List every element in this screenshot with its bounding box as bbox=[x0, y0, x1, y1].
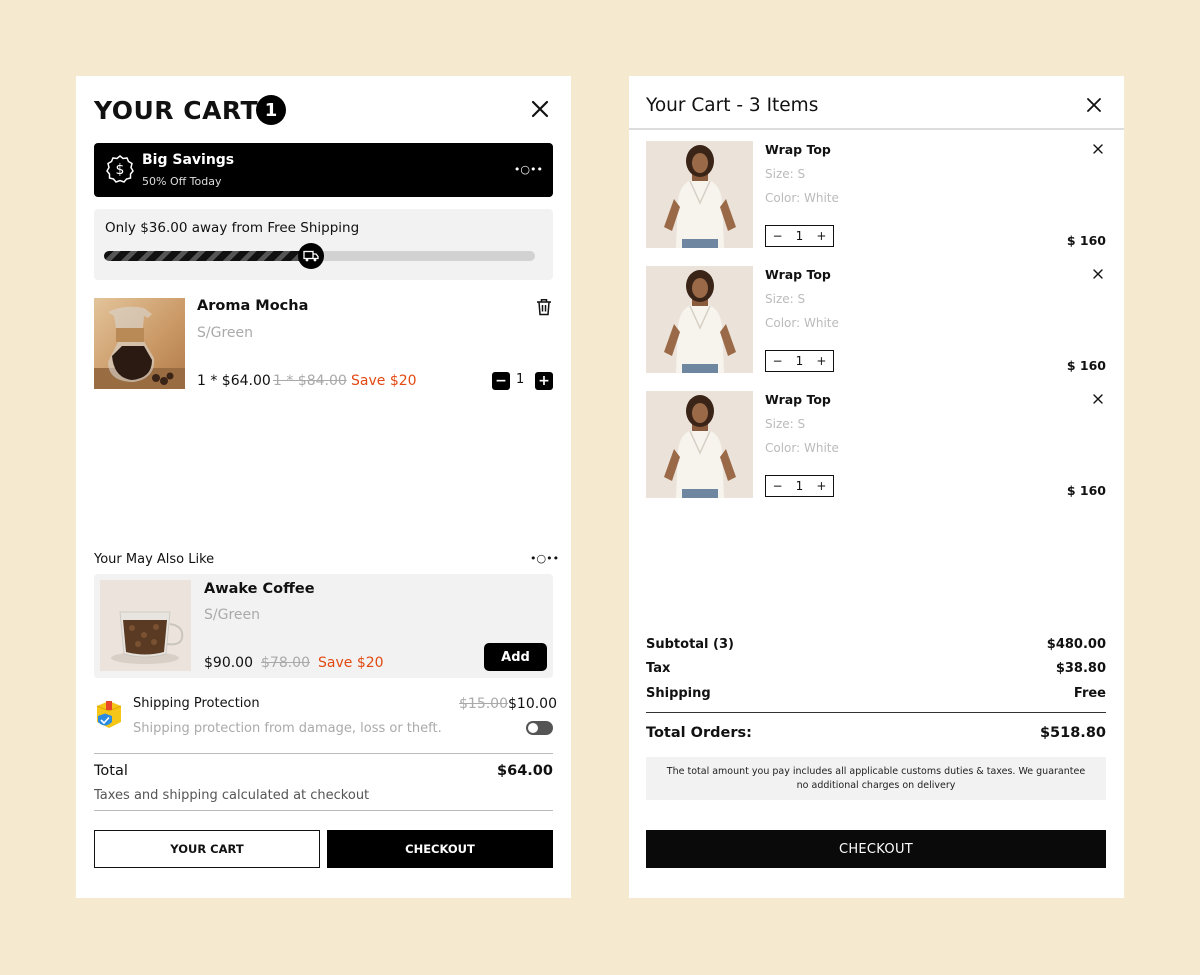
tax-value: $38.80 bbox=[1055, 661, 1106, 676]
cart-item-row: Wrap Top Size: S Color: White −1 + $ 160 bbox=[646, 391, 1106, 498]
quantity-value: 1 bbox=[795, 479, 804, 493]
recommended-product-variant: S/Green bbox=[204, 607, 260, 623]
shipping-label: Shipping bbox=[646, 686, 711, 701]
shipping-protection-title: Shipping Protection bbox=[133, 696, 260, 711]
quantity-decrease-button[interactable]: − bbox=[773, 479, 783, 493]
quantity-increase-button[interactable]: + bbox=[816, 479, 826, 493]
cart-item-price: $ 160 bbox=[1066, 233, 1106, 248]
quantity-decrease-button[interactable]: − bbox=[773, 229, 783, 243]
shipping-protection-toggle[interactable] bbox=[526, 721, 553, 735]
quantity-value: 1 bbox=[795, 229, 804, 243]
recommended-product-name[interactable]: Awake Coffee bbox=[204, 581, 315, 597]
recommended-product-price: $90.00 bbox=[204, 655, 253, 671]
product-image-wrap-top[interactable] bbox=[646, 266, 753, 373]
add-to-cart-button[interactable]: Add bbox=[484, 643, 547, 671]
checkout-button[interactable]: CHECKOUT bbox=[646, 830, 1106, 868]
shipping-protection-icon bbox=[96, 701, 122, 728]
recommended-product-card: Awake Coffee S/Green $90.00 $78.00 Save … bbox=[94, 574, 553, 678]
toggle-knob bbox=[528, 723, 538, 733]
cart-item-name[interactable]: Aroma Mocha bbox=[197, 298, 308, 314]
close-icon[interactable] bbox=[1087, 98, 1101, 112]
total-orders-label: Total Orders: bbox=[646, 725, 752, 741]
quantity-increase-button[interactable]: + bbox=[816, 354, 826, 368]
quantity-increase-button[interactable]: + bbox=[535, 372, 553, 390]
cart-item-price: $ 160 bbox=[1066, 483, 1106, 498]
total-note: Taxes and shipping calculated at checkou… bbox=[94, 788, 370, 803]
free-shipping-text: Only $36.00 away from Free Shipping bbox=[105, 220, 360, 236]
quantity-stepper: −1 + bbox=[765, 225, 834, 247]
cart-item-name[interactable]: Wrap Top bbox=[765, 392, 831, 407]
remove-item-icon[interactable] bbox=[1093, 269, 1103, 279]
cart-item-color: Color: White bbox=[765, 191, 839, 205]
cart-item-size: Size: S bbox=[765, 167, 806, 181]
quantity-stepper: −1 + bbox=[765, 350, 834, 372]
product-image-wrap-top[interactable] bbox=[646, 141, 753, 248]
promo-subtitle: 50% Off Today bbox=[142, 175, 222, 188]
divider bbox=[646, 712, 1106, 713]
remove-item-icon[interactable] bbox=[1093, 144, 1103, 154]
cart-title: YOUR CART bbox=[94, 96, 259, 125]
cart-item-color: Color: White bbox=[765, 316, 839, 330]
view-cart-button[interactable]: YOUR CART bbox=[94, 830, 320, 868]
close-icon[interactable] bbox=[530, 99, 550, 119]
cart-item-row: Wrap Top Size: S Color: White −1 + $ 160 bbox=[646, 266, 1106, 373]
cart-drawer-left: YOUR CART 1 $ Big Savings 50% Off Today … bbox=[76, 76, 571, 898]
cart-item-color: Color: White bbox=[765, 441, 839, 455]
divider bbox=[94, 753, 553, 754]
cart-item-row: Wrap Top Size: S Color: White −1 + $ 160 bbox=[646, 141, 1106, 248]
quantity-stepper: −1 + bbox=[765, 475, 834, 497]
cart-drawer-right: Your Cart - 3 Items Wrap Top Size: S Color… bbox=[629, 76, 1124, 898]
cart-item-size: Size: S bbox=[765, 417, 806, 431]
promo-banner: $ Big Savings 50% Off Today •○•• bbox=[94, 143, 553, 197]
tax-label: Tax bbox=[646, 661, 671, 676]
shipping-protection-price: $10.00 bbox=[508, 696, 557, 712]
cart-title: Your Cart - 3 Items bbox=[646, 95, 819, 116]
shipping-value: Free bbox=[1073, 686, 1106, 701]
free-shipping-progress: Only $36.00 away from Free Shipping bbox=[94, 209, 553, 280]
shipping-protection-description: Shipping protection from damage, loss or… bbox=[133, 721, 442, 736]
quantity-value: 1 bbox=[516, 372, 525, 387]
product-image-wrap-top[interactable] bbox=[646, 391, 753, 498]
progress-fill bbox=[104, 251, 311, 261]
quantity-increase-button[interactable]: + bbox=[816, 229, 826, 243]
cart-item-variant: S/Green bbox=[197, 325, 253, 341]
truck-icon bbox=[297, 243, 324, 269]
total-label: Total bbox=[94, 763, 128, 779]
promo-carousel-dots[interactable]: •○•• bbox=[514, 163, 543, 176]
quantity-decrease-button[interactable]: − bbox=[773, 354, 783, 368]
subtotal-label: Subtotal (3) bbox=[646, 637, 734, 652]
cart-item-size: Size: S bbox=[765, 292, 806, 306]
svg-text:$: $ bbox=[116, 162, 125, 178]
subtotal-value: $480.00 bbox=[1046, 637, 1106, 652]
cart-item-price: 1 * $64.00 bbox=[197, 373, 271, 389]
header-divider bbox=[629, 128, 1124, 130]
trash-icon[interactable] bbox=[536, 298, 552, 316]
dollar-badge-icon: $ bbox=[106, 155, 134, 183]
total-value: $64.00 bbox=[497, 763, 553, 779]
cart-item-old-price: 1 * $84.00 bbox=[273, 373, 347, 389]
cart-item-name[interactable]: Wrap Top bbox=[765, 142, 831, 157]
product-image-awake-coffee[interactable] bbox=[100, 580, 191, 671]
recommendations-carousel-dots[interactable]: •○•• bbox=[530, 552, 559, 565]
recommended-product-savings: Save $20 bbox=[318, 655, 384, 671]
promo-title: Big Savings bbox=[142, 152, 235, 168]
cart-count-badge: 1 bbox=[256, 95, 286, 125]
divider bbox=[94, 810, 553, 811]
remove-item-icon[interactable] bbox=[1093, 394, 1103, 404]
cart-item-price: $ 160 bbox=[1066, 358, 1106, 373]
customs-note: The total amount you pay includes all ap… bbox=[646, 757, 1106, 800]
checkout-button[interactable]: CHECKOUT bbox=[327, 830, 553, 868]
recommended-product-old-price: $78.00 bbox=[261, 655, 310, 671]
cart-item-name[interactable]: Wrap Top bbox=[765, 267, 831, 282]
quantity-decrease-button[interactable]: − bbox=[492, 372, 510, 390]
total-orders-value: $518.80 bbox=[1039, 725, 1106, 741]
cart-item-savings: Save $20 bbox=[351, 373, 417, 389]
product-image-aroma-mocha[interactable] bbox=[94, 298, 185, 389]
shipping-protection-old-price: $15.00 bbox=[459, 696, 508, 712]
quantity-value: 1 bbox=[795, 354, 804, 368]
recommendations-title: Your May Also Like bbox=[94, 552, 215, 567]
